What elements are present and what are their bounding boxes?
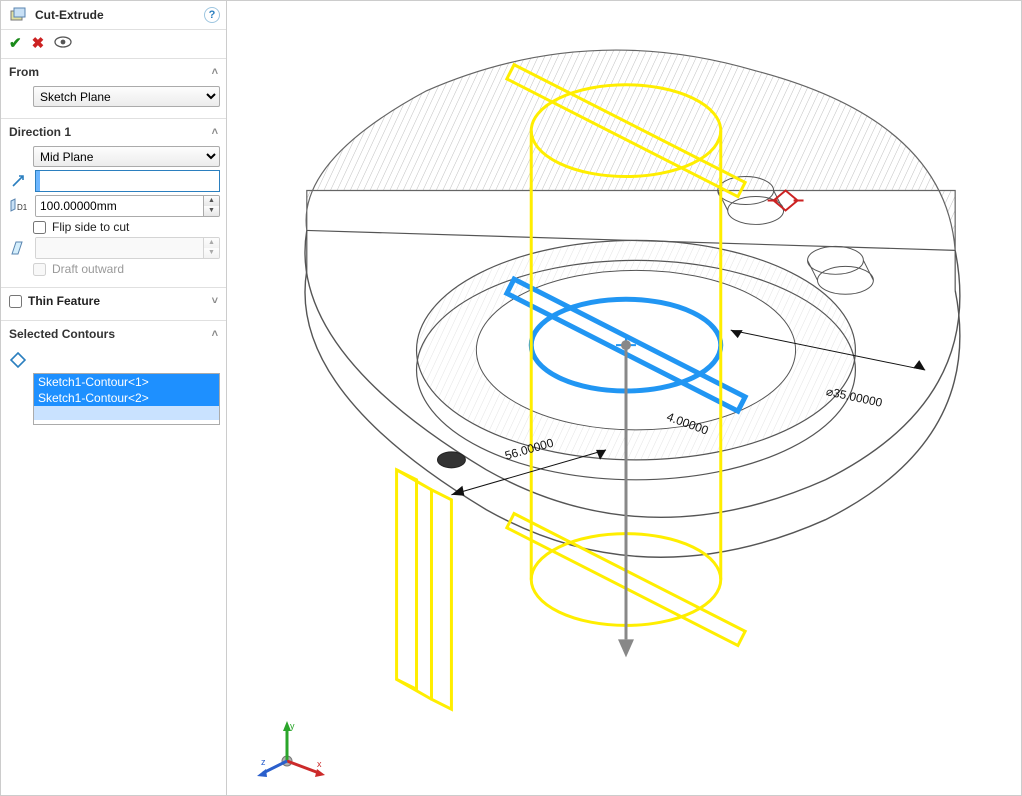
section-direction1-label: Direction 1 (9, 125, 71, 139)
svg-text:⌀35.00000: ⌀35.00000 (825, 384, 884, 410)
preview-toggle[interactable] (54, 35, 72, 51)
triad-z-label: z (261, 757, 266, 767)
section-from-label: From (9, 65, 39, 79)
property-manager-panel: Cut-Extrude ? ✔ ✖ From ˄ Sketch Plane (1, 1, 227, 795)
section-direction1: Direction 1 ˄ Mid Plane D1 (1, 119, 226, 288)
list-blank-row[interactable] (34, 406, 219, 420)
draft-angle-spinbox: ▲ ▼ (35, 237, 220, 259)
section-thin-feature: Thin Feature ˅ (1, 288, 226, 321)
section-selected-contours-header[interactable]: Selected Contours ˄ (7, 325, 220, 345)
pm-title: Cut-Extrude (35, 8, 198, 22)
thin-feature-checkbox[interactable]: Thin Feature (9, 294, 100, 308)
draft-outward-input (33, 263, 46, 276)
pm-header: Cut-Extrude ? (1, 1, 226, 30)
flip-side-checkbox[interactable]: Flip side to cut (33, 220, 129, 234)
direction-vector-field[interactable] (35, 170, 220, 192)
thin-feature-label: Thin Feature (28, 294, 100, 308)
section-thin-feature-header[interactable]: Thin Feature ˅ (7, 292, 220, 312)
flip-side-label: Flip side to cut (52, 220, 129, 234)
chevron-up-icon: ˄ (212, 126, 218, 138)
svg-text:D1: D1 (17, 203, 27, 212)
draft-angle-input (36, 238, 203, 258)
depth-icon: D1 (7, 196, 29, 216)
orientation-triad[interactable]: y x z (257, 719, 327, 779)
list-item[interactable]: Sketch1-Contour<2> (34, 390, 219, 406)
reverse-direction-icon[interactable] (7, 171, 29, 191)
section-from: From ˄ Sketch Plane (1, 59, 226, 119)
contour-icon (7, 350, 29, 370)
thin-feature-input[interactable] (9, 295, 22, 308)
depth-spin-down[interactable]: ▼ (204, 206, 219, 216)
dim-diameter-value: 35.00000 (832, 386, 884, 410)
boss-2 (808, 246, 874, 294)
selected-contours-label: Selected Contours (9, 327, 115, 341)
draft-icon[interactable] (7, 238, 29, 258)
chevron-down-icon: ˅ (212, 295, 218, 307)
draft-spin-down: ▼ (204, 248, 219, 258)
depth-input[interactable] (36, 196, 203, 216)
draft-outward-checkbox: Draft outward (33, 262, 124, 276)
pm-actions-bar: ✔ ✖ (1, 30, 226, 59)
section-selected-contours: Selected Contours ˄ Sketch1-Contour<1> S… (1, 321, 226, 433)
selected-contours-list[interactable]: Sketch1-Contour<1> Sketch1-Contour<2> (33, 373, 220, 425)
hole-feature (437, 452, 465, 468)
draft-outward-label: Draft outward (52, 262, 124, 276)
section-from-header[interactable]: From ˄ (7, 63, 220, 83)
model-canvas[interactable]: ⌀35.00000 4.00000 56.00000 (227, 1, 1021, 795)
cut-extrude-icon (7, 5, 29, 25)
draft-spin-up: ▲ (204, 238, 219, 248)
triad-x-label: x (317, 759, 322, 769)
triad-y-label: y (290, 721, 295, 731)
chevron-up-icon: ˄ (212, 328, 218, 340)
depth-spinbox[interactable]: ▲ ▼ (35, 195, 220, 217)
flip-side-input[interactable] (33, 221, 46, 234)
section-direction1-header[interactable]: Direction 1 ˄ (7, 123, 220, 143)
ok-button[interactable]: ✔ (9, 34, 22, 52)
direction1-end-condition-select[interactable]: Mid Plane (33, 146, 220, 167)
depth-spin-up[interactable]: ▲ (204, 196, 219, 206)
from-start-condition-select[interactable]: Sketch Plane (33, 86, 220, 107)
chevron-up-icon: ˄ (212, 66, 218, 78)
list-item[interactable]: Sketch1-Contour<1> (34, 374, 219, 390)
cancel-button[interactable]: ✖ (32, 34, 45, 52)
graphics-viewport[interactable]: ⌀35.00000 4.00000 56.00000 (227, 1, 1021, 795)
help-icon[interactable]: ? (204, 7, 220, 23)
